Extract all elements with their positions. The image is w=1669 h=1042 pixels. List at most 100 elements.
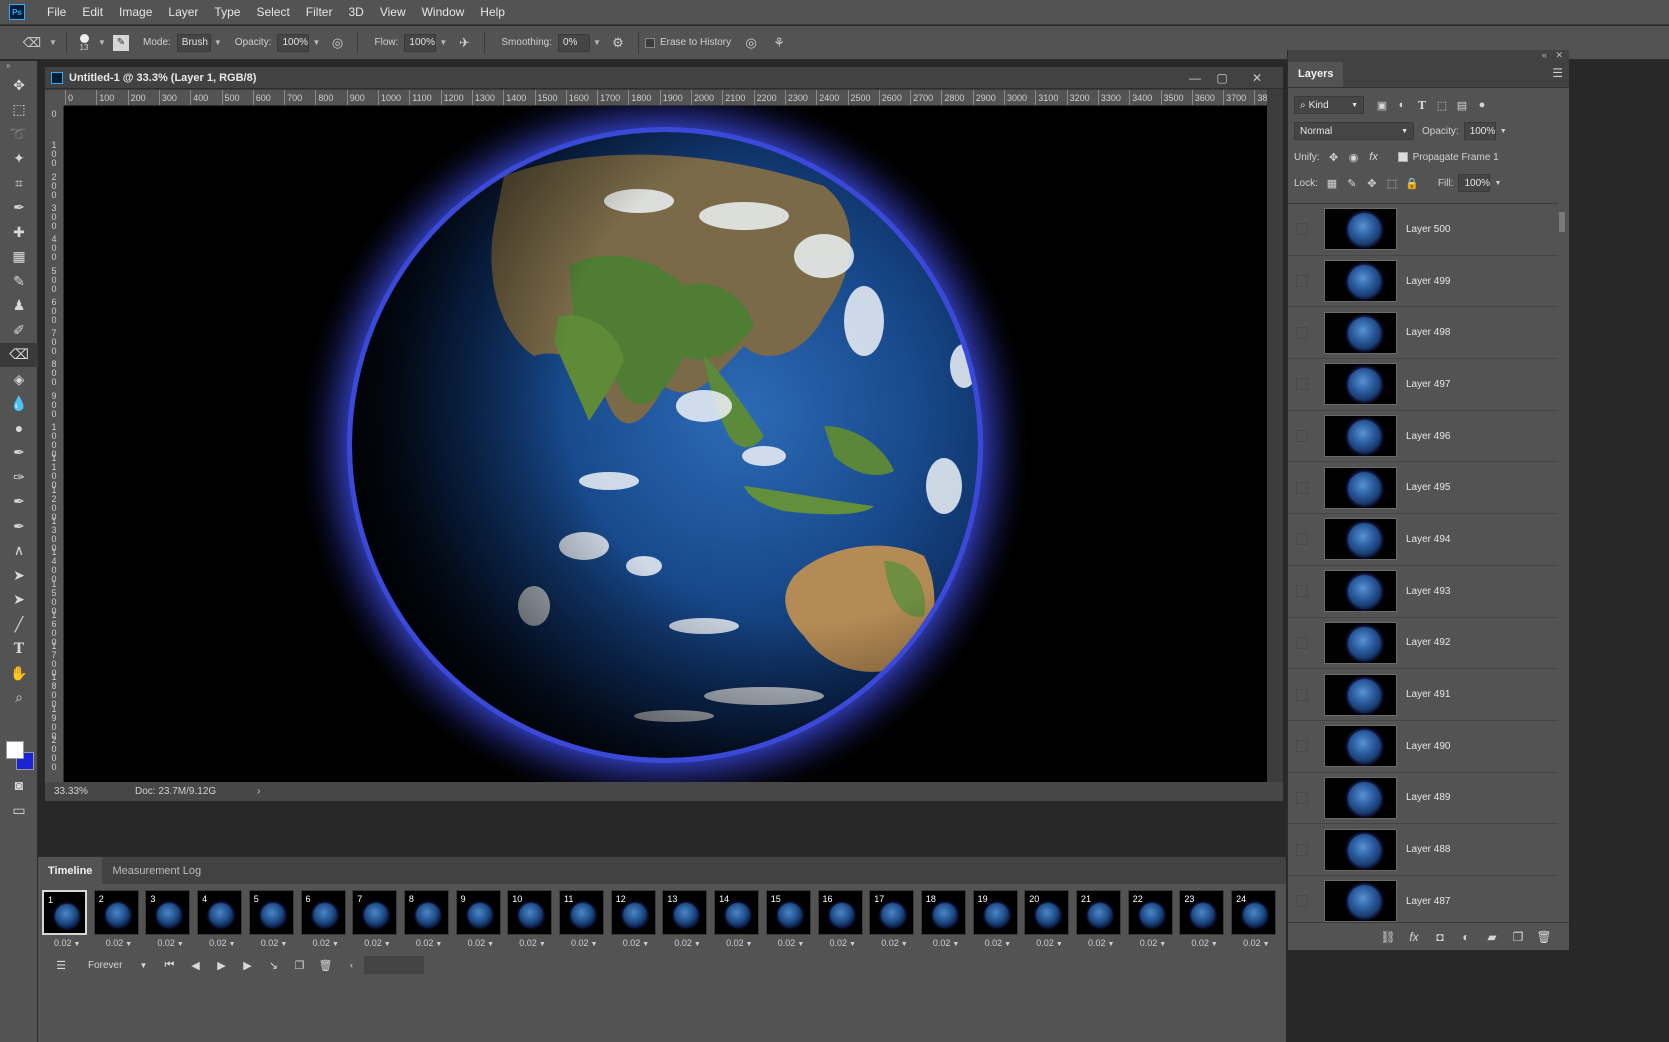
chevron-down-icon[interactable]: ▼ (46, 34, 60, 52)
menu-view[interactable]: View (372, 0, 414, 25)
layer-name[interactable]: Layer 493 (1406, 586, 1450, 597)
layer-name[interactable]: Layer 500 (1406, 224, 1450, 235)
frame-delay-select[interactable]: 0.02 ▼ (416, 938, 442, 948)
frame-delay-select[interactable]: 0.02 ▼ (1036, 938, 1062, 948)
pen-tool-icon[interactable]: ✒ (0, 441, 38, 466)
layer-visibility-toggle[interactable] (1296, 895, 1308, 908)
menu-window[interactable]: Window (414, 0, 473, 25)
layer-visibility-toggle[interactable] (1296, 378, 1308, 391)
chevron-right-icon[interactable]: › (257, 786, 260, 797)
layer-visibility-toggle[interactable] (1296, 688, 1308, 701)
screen-mode-icon[interactable]: ▭ (0, 798, 38, 823)
layer-row[interactable]: Layer 496 (1288, 411, 1558, 463)
blend-mode-select[interactable]: Normal ▼ (1294, 122, 1414, 140)
frame-delay-select[interactable]: 0.02 ▼ (726, 938, 752, 948)
timeline-frame[interactable]: 18 0.02 ▼ (919, 888, 968, 955)
unify-visibility-icon[interactable]: ◉ (1344, 148, 1364, 166)
frame-delay-select[interactable]: 0.02 ▼ (209, 938, 235, 948)
gear-icon[interactable]: ⚙ (608, 33, 628, 53)
play-icon[interactable]: ▶ (208, 955, 234, 975)
tab-measurement-log[interactable]: Measurement Log (102, 857, 211, 884)
document-tab[interactable]: Untitled-1 @ 33.3% (Layer 1, RGB/8) — ▢ … (45, 67, 1283, 89)
menu-layer[interactable]: Layer (160, 0, 206, 25)
filter-kind-select[interactable]: ⌕ Kind ▼ (1294, 96, 1364, 114)
layer-visibility-toggle[interactable] (1296, 843, 1308, 856)
layer-name[interactable]: Layer 491 (1406, 689, 1450, 700)
layer-name[interactable]: Layer 488 (1406, 844, 1450, 855)
new-group-icon[interactable]: ▰ (1482, 928, 1502, 946)
direct-selection-tool-icon[interactable]: ➤ (0, 588, 38, 613)
timeline-frame[interactable]: 17 0.02 ▼ (867, 888, 916, 955)
layer-row[interactable]: Layer 498 (1288, 307, 1558, 360)
menu-type[interactable]: Type (206, 0, 248, 25)
timeline-frame[interactable]: 22 0.02 ▼ (1126, 888, 1175, 955)
healing-brush-tool-icon[interactable]: ▦ (0, 245, 38, 270)
layer-row[interactable]: Layer 495 (1288, 462, 1558, 515)
path-selection-tool-icon[interactable]: ➤ (0, 563, 38, 588)
chevron-down-icon[interactable]: ▼ (309, 34, 323, 52)
maximize-icon[interactable]: ▢ (1212, 70, 1232, 86)
frame-delay-select[interactable]: 0.02 ▼ (933, 938, 959, 948)
timeline-frame[interactable]: 4 0.02 ▼ (195, 888, 244, 955)
fill-input[interactable]: 100% (1458, 174, 1491, 192)
timeline-frame[interactable]: 14 0.02 ▼ (712, 888, 761, 955)
layer-name[interactable]: Layer 492 (1406, 637, 1450, 648)
line-tool-icon[interactable]: ╱ (0, 612, 38, 637)
timeline-frame[interactable]: 21 0.02 ▼ (1074, 888, 1123, 955)
frame-delay-select[interactable]: 0.02 ▼ (1243, 938, 1269, 948)
layer-row[interactable]: Layer 492 (1288, 618, 1558, 670)
add-anchor-tool-icon[interactable]: ✒ (0, 514, 38, 539)
erase-to-history-checkbox[interactable] (644, 37, 655, 48)
frame-delay-select[interactable]: 0.02 ▼ (1088, 938, 1114, 948)
filter-shape-icon[interactable]: ⬚ (1432, 96, 1452, 114)
mode-select[interactable]: Brush (176, 33, 211, 52)
lock-position-icon[interactable]: ✥ (1362, 174, 1382, 192)
brush-preset-picker[interactable]: 13 (73, 33, 95, 52)
timeline-frame[interactable]: 16 0.02 ▼ (816, 888, 865, 955)
timeline-frame[interactable]: 9 0.02 ▼ (454, 888, 503, 955)
timeline-scrollbar[interactable] (364, 956, 425, 974)
timeline-frame[interactable]: 20 0.02 ▼ (1022, 888, 1071, 955)
frame-delay-select[interactable]: 0.02 ▼ (157, 938, 183, 948)
timeline-frame[interactable]: 5 0.02 ▼ (247, 888, 296, 955)
filter-toggle-icon[interactable]: ● (1472, 96, 1492, 114)
layer-visibility-toggle[interactable] (1296, 223, 1308, 236)
timeline-frame[interactable]: 15 0.02 ▼ (764, 888, 813, 955)
menu-file[interactable]: File (39, 0, 74, 25)
layer-row[interactable]: Layer 488 (1288, 824, 1558, 876)
scroll-left-icon[interactable]: ‹ (338, 955, 364, 975)
layer-name[interactable]: Layer 495 (1406, 482, 1450, 493)
chevron-down-icon[interactable]: ▼ (95, 34, 109, 52)
layer-visibility-toggle[interactable] (1296, 481, 1308, 494)
layer-name[interactable]: Layer 497 (1406, 379, 1450, 390)
frame-delay-select[interactable]: 0.02 ▼ (313, 938, 339, 948)
previous-frame-icon[interactable]: ◀ (182, 955, 208, 975)
menu-help[interactable]: Help (472, 0, 513, 25)
vertical-ruler[interactable]: 0 100 200 300 400 500 600 700 800 900 1000 1100 1200… (45, 106, 64, 782)
doc-size-info[interactable]: Doc: 23.7M/9.12G (135, 786, 257, 797)
timeline-frame[interactable]: 1 0.02 ▼ (40, 888, 89, 955)
first-frame-icon[interactable]: ⏮ (156, 955, 182, 975)
layer-name[interactable]: Layer 490 (1406, 741, 1450, 752)
lock-transparent-icon[interactable]: ▦ (1322, 174, 1342, 192)
pressure-size-icon[interactable]: ◎ (741, 33, 761, 53)
layer-row[interactable]: Layer 491 (1288, 669, 1558, 721)
menu-edit[interactable]: Edit (74, 0, 111, 25)
next-frame-icon[interactable]: ▶ (234, 955, 260, 975)
adjustment-layer-icon[interactable]: ◐ (1456, 928, 1476, 946)
chevron-down-icon[interactable]: ▼ (130, 955, 156, 975)
timeline-frame[interactable]: 24 0.02 ▼ (1229, 888, 1278, 955)
blur-tool-icon[interactable]: 💧 (0, 392, 38, 417)
frame-delay-select[interactable]: 0.02 ▼ (778, 938, 804, 948)
curvature-pen-tool-icon[interactable]: ✒ (0, 490, 38, 515)
zoom-tool-icon[interactable]: ⌕ (0, 686, 38, 711)
quick-mask-icon[interactable]: ◙ (0, 773, 38, 798)
chevron-down-icon[interactable]: ▼ (211, 34, 225, 52)
layer-visibility-toggle[interactable] (1296, 326, 1308, 339)
airbrush-icon[interactable]: ✈ (454, 33, 474, 53)
brush-settings-icon[interactable]: ✎ (113, 34, 129, 51)
pressure-opacity-icon[interactable]: ◎ (327, 33, 347, 53)
add-mask-icon[interactable]: ◘ (1430, 928, 1450, 946)
eyedropper-tool-icon[interactable]: ✒ (0, 196, 38, 221)
frame-delay-select[interactable]: 0.02 ▼ (881, 938, 907, 948)
